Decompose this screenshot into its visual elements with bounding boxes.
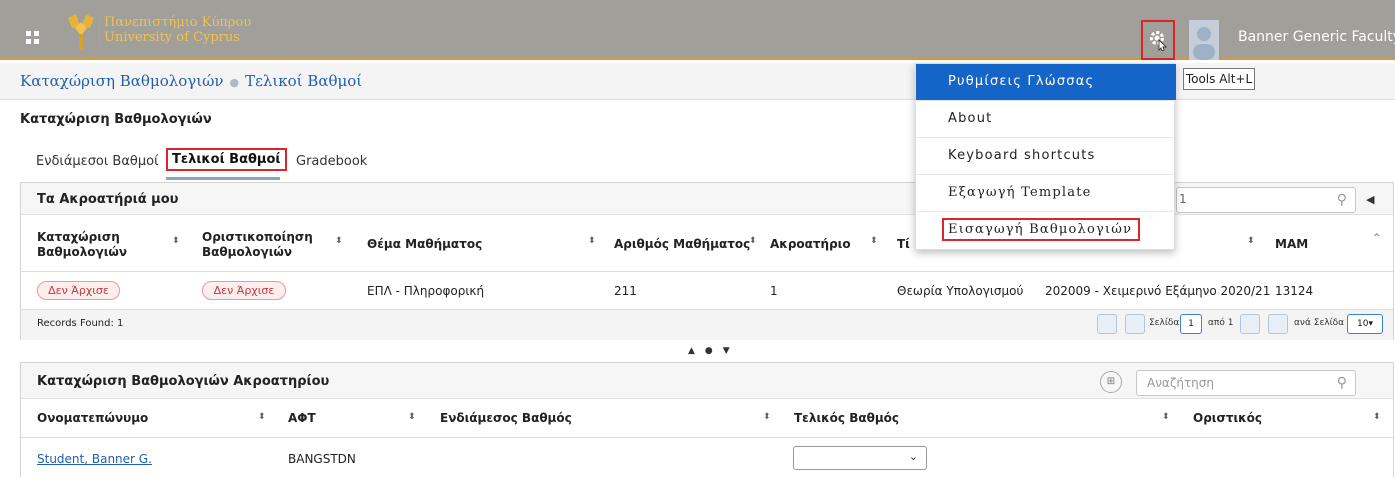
university-name: Πανεπιστήμιο Κύπρου University of Cyprus [104, 15, 251, 45]
sort-icon[interactable]: ⬍ [408, 412, 416, 422]
per-page-value: 10 [1357, 319, 1369, 329]
next-page-button[interactable] [1240, 314, 1260, 334]
page-input[interactable]: 1 [1180, 314, 1202, 334]
tools-menu: Ρυθμίσεις Γλώσσας About Keyboard shortcu… [915, 63, 1176, 250]
first-page-button[interactable] [1097, 314, 1117, 334]
col-final[interactable]: Τελικός Βαθμός [794, 411, 899, 426]
col-mam[interactable]: MAM [1275, 237, 1308, 252]
breadcrumb-item-grade-entry[interactable]: Καταχώριση Βαθμολογιών [20, 72, 223, 90]
logo-divider [99, 18, 100, 44]
cell-term: 202009 - Χειμερινό Εξάμηνο 2020/21 [1045, 284, 1271, 298]
search-icon[interactable]: ⚲ [1337, 375, 1347, 391]
student-name-link[interactable]: Student, Banner G. [37, 452, 152, 466]
sort-icon[interactable]: ⬍ [1373, 412, 1381, 422]
university-logo-icon [68, 14, 94, 50]
sort-icon[interactable]: ⬍ [1247, 236, 1255, 246]
sort-icon[interactable]: ⬍ [335, 236, 343, 246]
sort-icon[interactable]: ⬍ [749, 236, 757, 246]
per-page-select[interactable]: 10▾ [1347, 314, 1383, 334]
roster-title: Καταχώριση Βαθμολογιών Ακροατηρίου [37, 374, 330, 389]
last-page-button[interactable] [1268, 314, 1288, 334]
prev-page-button[interactable] [1125, 314, 1145, 334]
col-finalize[interactable]: Οριστικοποίηση Βαθμολογιών [202, 230, 322, 260]
sort-icon[interactable]: ⬍ [172, 236, 180, 246]
col-rolled[interactable]: Οριστικός [1193, 411, 1262, 426]
menu-item-import-grades-label: Εισαγωγή Βαθμολογιών [942, 218, 1141, 241]
col-course-number[interactable]: Αριθμός Μαθήματος [614, 237, 750, 252]
gear-icon [1150, 31, 1167, 51]
records-found: Records Found: 1 [37, 318, 124, 329]
page-label: Σελίδα [1149, 318, 1180, 328]
search-icon[interactable]: ⚲ [1337, 192, 1347, 208]
menu-item-import-grades[interactable]: Εισαγωγή Βαθμολογιών [916, 212, 1176, 249]
menu-item-language-settings[interactable]: Ρυθμίσεις Γλώσσας [916, 64, 1176, 101]
active-tab-indicator [166, 177, 280, 180]
roster-search-input[interactable]: Αναζήτηση ⚲ [1136, 370, 1356, 396]
cell-title: Θεωρία Υπολογισμού [897, 284, 1024, 298]
col-title[interactable]: Τί [897, 237, 910, 252]
col-midterm[interactable]: Ενδιάμεσος Βαθμός [440, 411, 572, 426]
col-section[interactable]: Ακροατήριο [770, 237, 851, 252]
cell-student-id: BANGSTDN [288, 452, 356, 466]
breadcrumb-item-final-grades[interactable]: Τελικοί Βαθμοί [245, 72, 362, 90]
status-badge-entry[interactable]: Δεν Άρχισε [37, 281, 120, 300]
cell-subject: ΕΠΛ - Πληροφορική [367, 284, 485, 298]
tools-tooltip: Tools Alt+L [1183, 68, 1255, 90]
sort-icon[interactable]: ⬍ [258, 412, 266, 422]
cell-mam: 13124 [1275, 284, 1314, 298]
app-grid-icon[interactable] [26, 31, 40, 45]
menu-item-about[interactable]: About [916, 101, 1176, 138]
col-id[interactable]: ΑΦΤ [288, 411, 316, 426]
sort-icon[interactable]: ⬍ [763, 412, 771, 422]
cell-course-number: 211 [614, 284, 637, 298]
user-name[interactable]: Banner Generic Faculty [1238, 29, 1395, 45]
menu-item-export-template[interactable]: Εξαγωγή Template [916, 175, 1176, 212]
courses-search-input[interactable]: 1 ⚲ [1176, 187, 1356, 213]
top-bar: Πανεπιστήμιο Κύπρου University of Cyprus… [0, 0, 1395, 60]
courses-search-value: 1 [1179, 192, 1187, 206]
col-name[interactable]: Ονοματεπώνυμο [37, 411, 148, 426]
roster-search-placeholder: Αναζήτηση [1147, 376, 1214, 390]
my-courses-title: Τα Ακροατήριά μου [37, 192, 179, 207]
university-name-english: University of Cyprus [104, 30, 240, 45]
tools-button[interactable] [1141, 20, 1175, 60]
collapse-left-icon[interactable]: ◀ [1366, 193, 1374, 206]
cell-section: 1 [770, 284, 778, 298]
chevron-down-icon: ⌄ [908, 450, 918, 463]
sort-icon[interactable]: ⬍ [1162, 412, 1170, 422]
user-avatar[interactable] [1189, 20, 1219, 60]
col-grade-entry[interactable]: Καταχώριση Βαθμολογιών [37, 230, 147, 260]
chevron-up-icon[interactable]: ^ [1373, 233, 1381, 243]
university-name-greek: Πανεπιστήμιο Κύπρου [104, 15, 252, 30]
final-grade-select[interactable]: ⌄ [793, 446, 927, 470]
page-title: Καταχώριση Βαθμολογιών [20, 112, 212, 127]
panel-splitter[interactable]: ▲●▼ [688, 346, 740, 356]
menu-item-keyboard-shortcuts[interactable]: Keyboard shortcuts [916, 138, 1176, 175]
sort-icon[interactable]: ⬍ [870, 236, 878, 246]
tab-gradebook[interactable]: Gradebook [296, 154, 367, 169]
tab-midterm-grades[interactable]: Ενδιάμεσοι Βαθμοί [36, 154, 158, 169]
per-page-label: ανά Σελίδα [1294, 318, 1345, 328]
page-of-label: από 1 [1208, 318, 1234, 328]
tab-final-grades[interactable]: Τελικοί Βαθμοί [166, 148, 287, 171]
breadcrumb-separator: ● [229, 76, 240, 89]
columns-icon[interactable]: ⊞ [1100, 371, 1122, 393]
status-badge-finalize[interactable]: Δεν Άρχισε [202, 281, 286, 300]
sort-icon[interactable]: ⬍ [588, 236, 596, 246]
col-subject[interactable]: Θέμα Μαθήματος [367, 237, 482, 252]
